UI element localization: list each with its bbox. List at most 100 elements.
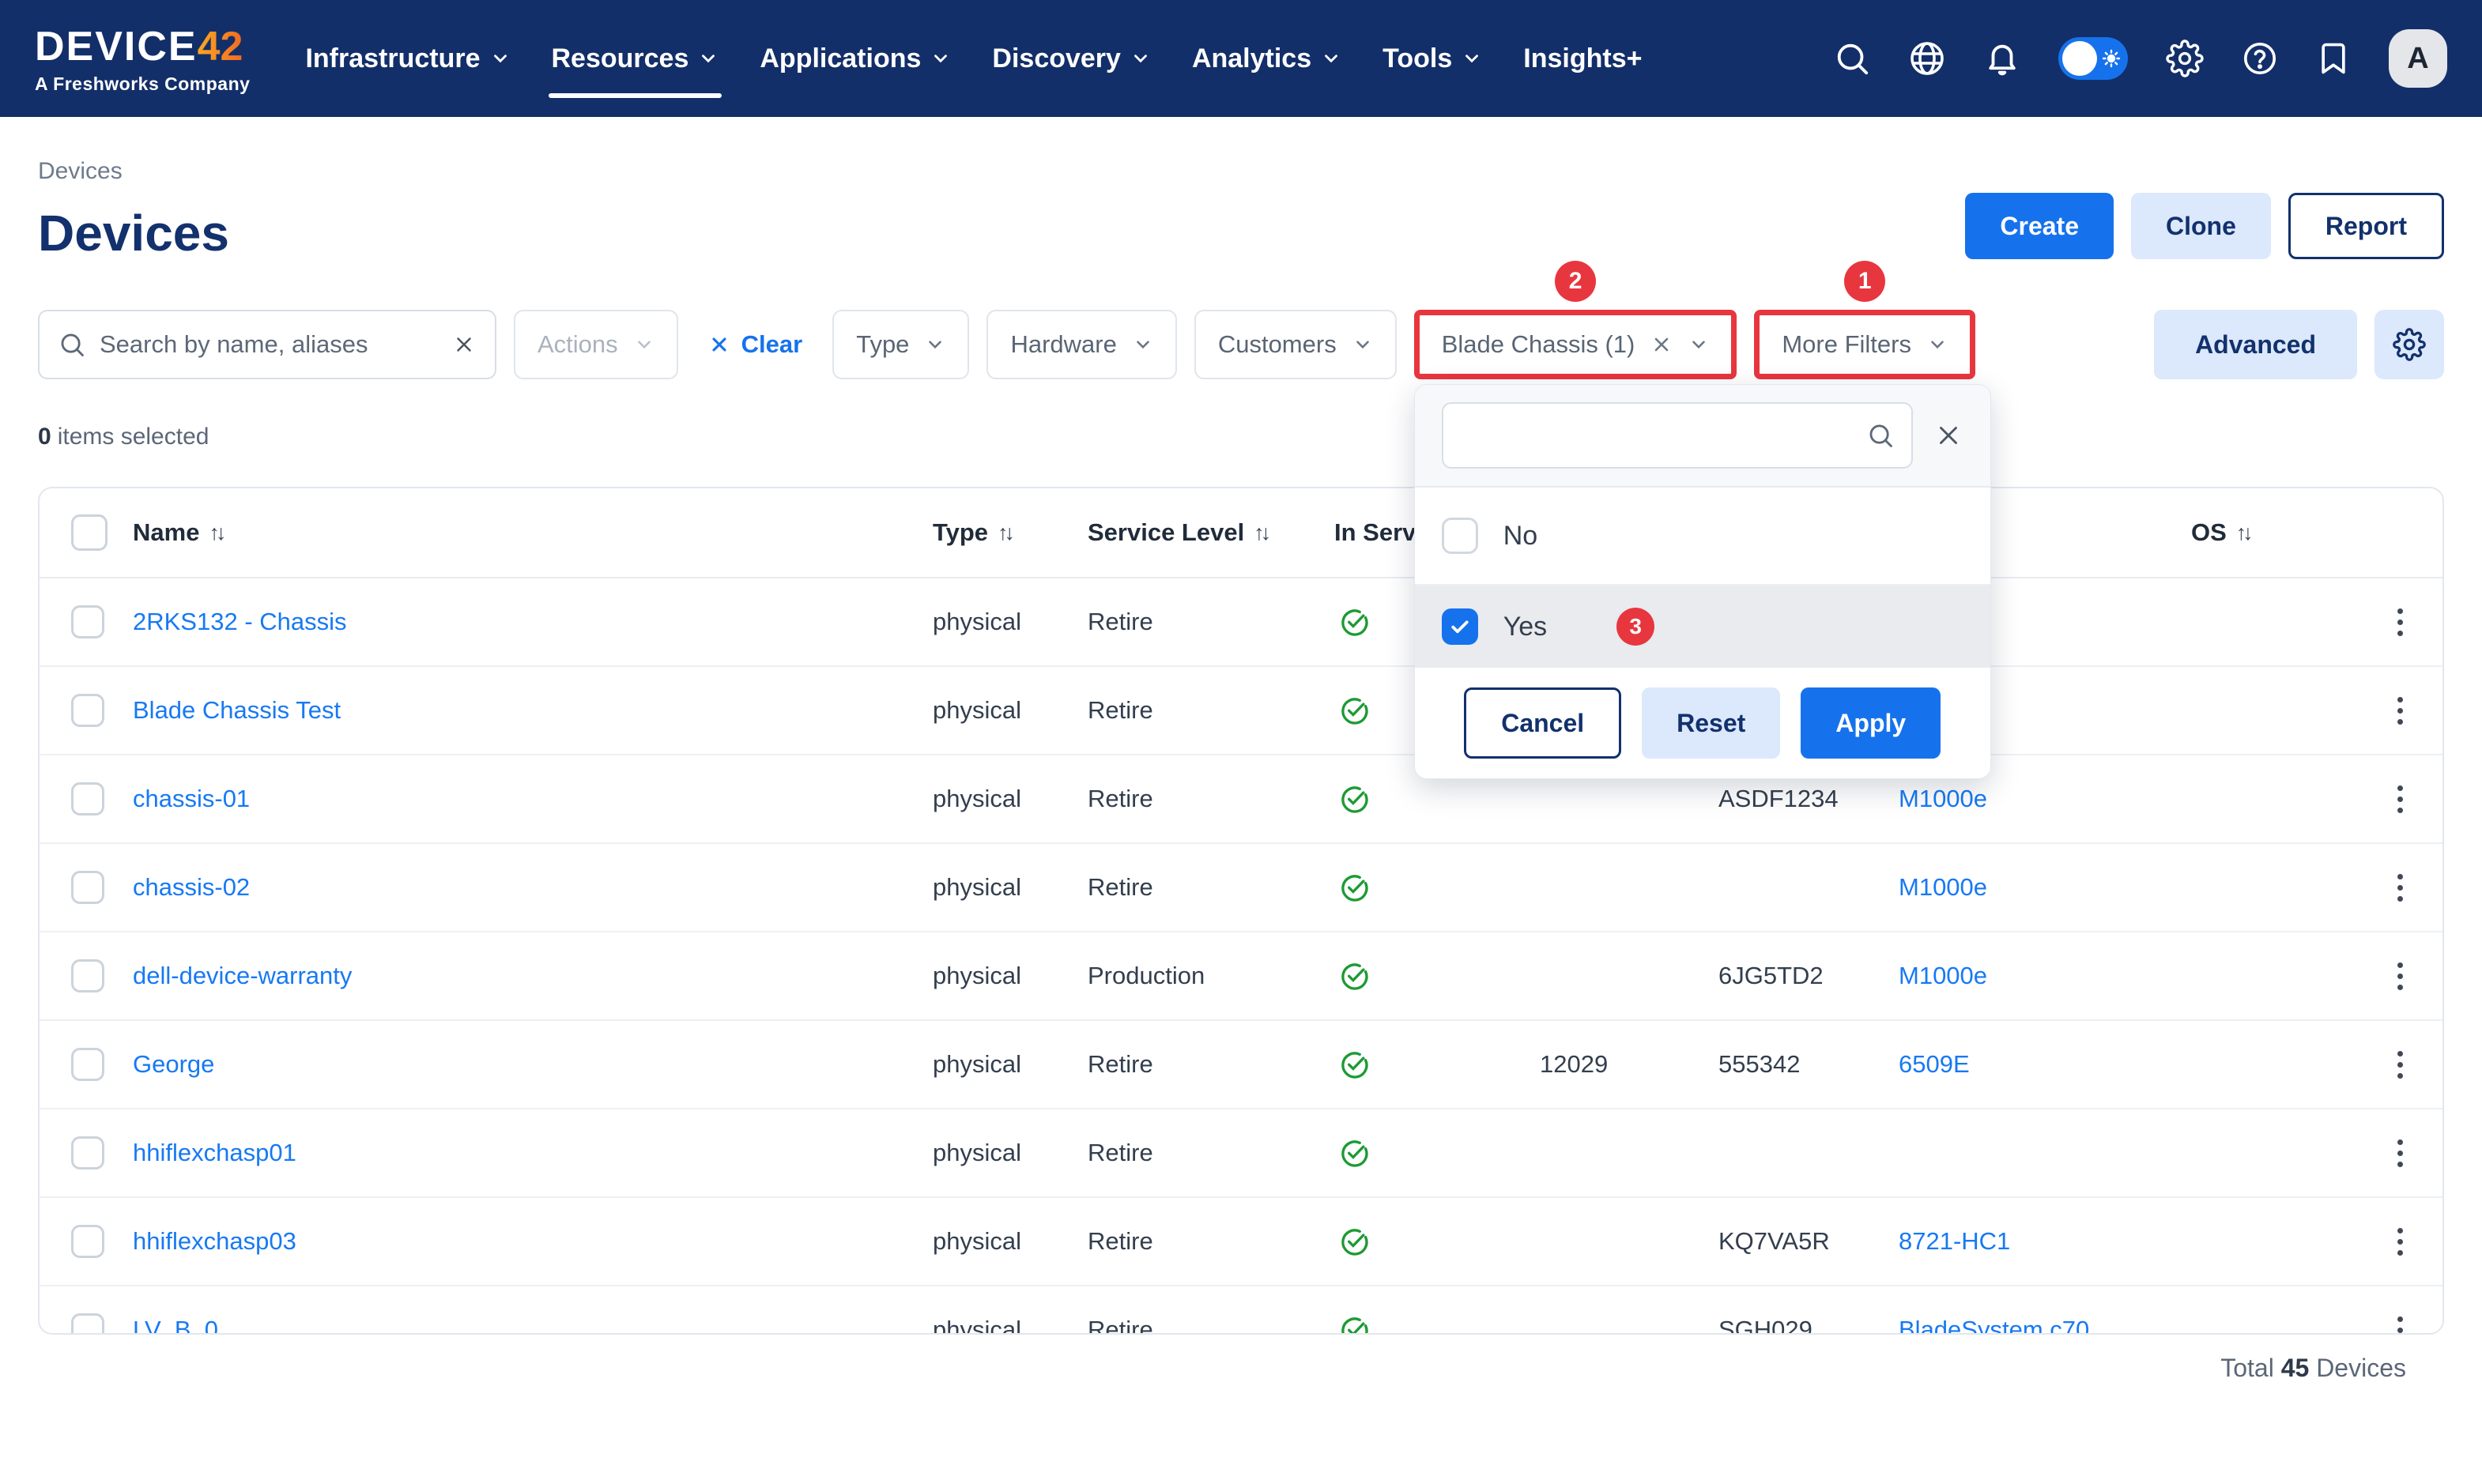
- hardware-link[interactable]: 6509E: [1899, 1050, 2191, 1079]
- customers-filter-dropdown[interactable]: Customers: [1194, 310, 1397, 379]
- device-name-link[interactable]: George: [133, 1050, 933, 1079]
- hardware-link[interactable]: M1000e: [1899, 785, 2191, 813]
- row-checkbox[interactable]: [71, 959, 104, 992]
- search-icon: [1867, 422, 1894, 449]
- clear-search-icon[interactable]: [452, 333, 476, 356]
- row-checkbox[interactable]: [71, 782, 104, 815]
- select-all-checkbox[interactable]: [71, 514, 108, 551]
- x-icon: [708, 333, 730, 356]
- row-checkbox[interactable]: [71, 694, 104, 727]
- bell-icon[interactable]: [1984, 40, 2020, 77]
- user-avatar[interactable]: A: [2389, 29, 2447, 88]
- serial-cell: 6JG5TD2: [1718, 962, 1899, 990]
- option-label: Yes: [1503, 612, 1547, 642]
- device-name-link[interactable]: dell-device-warranty: [133, 962, 933, 990]
- row-checkbox[interactable]: [71, 1048, 104, 1081]
- service-level-cell: Retire: [1088, 696, 1334, 725]
- actions-dropdown[interactable]: Actions: [514, 310, 678, 379]
- create-button[interactable]: Create: [1965, 193, 2114, 259]
- device-name-link[interactable]: chassis-01: [133, 785, 933, 813]
- device-name-link[interactable]: Blade Chassis Test: [133, 696, 933, 725]
- clone-button[interactable]: Clone: [2131, 193, 2271, 259]
- row-checkbox[interactable]: [71, 1136, 104, 1169]
- row-actions-kebab[interactable]: [2376, 1223, 2424, 1260]
- logo-subtitle: A Freshworks Company: [35, 73, 250, 95]
- table-settings-gear-icon[interactable]: [2374, 310, 2444, 379]
- service-level-cell: Retire: [1088, 608, 1334, 636]
- chevron-down-icon: [1130, 48, 1151, 69]
- menu-discovery[interactable]: Discovery: [971, 0, 1171, 117]
- apply-button[interactable]: Apply: [1801, 687, 1941, 759]
- service-level-cell: Retire: [1088, 785, 1334, 813]
- type-filter-dropdown[interactable]: Type: [832, 310, 969, 379]
- row-actions-kebab[interactable]: [2376, 1135, 2424, 1172]
- logo-number: 42: [198, 23, 243, 70]
- blade-chassis-filter-dropdown[interactable]: Blade Chassis (1): [1414, 310, 1737, 379]
- popup-option-no[interactable]: No: [1415, 488, 1990, 586]
- menu-tools[interactable]: Tools: [1362, 0, 1503, 117]
- bookmark-icon[interactable]: [2316, 41, 2351, 76]
- column-header-os[interactable]: OS↑↓: [2191, 518, 2376, 547]
- row-actions-kebab[interactable]: [2376, 1312, 2424, 1335]
- column-header-service-level[interactable]: Service Level↑↓: [1088, 518, 1334, 547]
- hardware-link[interactable]: 8721-HC1: [1899, 1227, 2191, 1256]
- menu-applications[interactable]: Applications: [739, 0, 971, 117]
- row-actions-kebab[interactable]: [2376, 604, 2424, 641]
- blade-chassis-filter-popup: No Yes 3 Cancel Reset Apply: [1414, 384, 1991, 779]
- globe-icon[interactable]: [1908, 40, 1946, 77]
- hardware-link[interactable]: M1000e: [1899, 873, 2191, 902]
- menu-infrastructure[interactable]: Infrastructure: [285, 0, 530, 117]
- table-row: chassis-02 physical Retire M1000e: [40, 844, 2442, 932]
- device-name-link[interactable]: LV_B_0: [133, 1316, 933, 1335]
- device-name-link[interactable]: hhiflexchasp01: [133, 1139, 933, 1167]
- chevron-down-icon: [698, 48, 719, 69]
- search-icon[interactable]: [1834, 40, 1870, 77]
- menu-analytics[interactable]: Analytics: [1171, 0, 1362, 117]
- device42-logo[interactable]: DEVICE42 A Freshworks Company: [35, 23, 250, 95]
- checkbox-yes[interactable]: [1442, 608, 1478, 645]
- row-checkbox[interactable]: [71, 605, 104, 638]
- row-actions-kebab[interactable]: [2376, 692, 2424, 729]
- checkbox-no[interactable]: [1442, 518, 1478, 554]
- row-actions-kebab[interactable]: [2376, 781, 2424, 818]
- sort-icon: ↑↓: [2236, 521, 2250, 545]
- hardware-filter-dropdown[interactable]: Hardware: [986, 310, 1176, 379]
- advanced-button[interactable]: Advanced: [2154, 310, 2357, 379]
- device-name-link[interactable]: 2RKS132 - Chassis: [133, 608, 933, 636]
- hardware-link[interactable]: BladeSystem c70: [1899, 1316, 2191, 1335]
- total-devices-text: Total 45 Devices: [76, 1354, 2406, 1383]
- row-checkbox[interactable]: [71, 1225, 104, 1258]
- row-checkbox[interactable]: [71, 1313, 104, 1335]
- menu-resources[interactable]: Resources: [531, 0, 740, 117]
- clear-filters-button[interactable]: Clear: [708, 330, 803, 359]
- more-filters-dropdown[interactable]: More Filters: [1754, 310, 1975, 379]
- gear-icon[interactable]: [2166, 40, 2204, 77]
- device-name-link[interactable]: chassis-02: [133, 873, 933, 902]
- popup-search-input[interactable]: [1461, 422, 1856, 449]
- help-icon[interactable]: [2242, 40, 2278, 77]
- hardware-link[interactable]: M1000e: [1899, 962, 2191, 990]
- row-actions-kebab[interactable]: [2376, 958, 2424, 995]
- device-name-link[interactable]: hhiflexchasp03: [133, 1227, 933, 1256]
- breadcrumb[interactable]: Devices: [38, 158, 123, 185]
- device-search-input[interactable]: [100, 330, 438, 359]
- reset-button[interactable]: Reset: [1642, 687, 1780, 759]
- close-icon[interactable]: [1933, 420, 1963, 450]
- theme-toggle[interactable]: [2058, 37, 2128, 80]
- column-header-name[interactable]: Name↑↓: [133, 518, 933, 547]
- remove-filter-icon[interactable]: [1650, 333, 1673, 356]
- sort-icon: ↑↓: [209, 521, 222, 545]
- report-button[interactable]: Report: [2288, 193, 2444, 259]
- main-menu: Infrastructure Resources Applications Di…: [285, 0, 1662, 117]
- type-cell: physical: [933, 873, 1088, 902]
- row-actions-kebab[interactable]: [2376, 869, 2424, 906]
- service-level-cell: Retire: [1088, 873, 1334, 902]
- column-header-type[interactable]: Type↑↓: [933, 518, 1088, 547]
- in-service-check-icon: [1334, 1049, 1540, 1079]
- table-row: 2RKS132 - Chassis physical Retire: [40, 578, 2442, 667]
- menu-insights-plus[interactable]: Insights+: [1503, 0, 1662, 117]
- row-actions-kebab[interactable]: [2376, 1046, 2424, 1083]
- cancel-button[interactable]: Cancel: [1464, 687, 1621, 759]
- popup-option-yes[interactable]: Yes 3: [1415, 586, 1990, 668]
- row-checkbox[interactable]: [71, 871, 104, 904]
